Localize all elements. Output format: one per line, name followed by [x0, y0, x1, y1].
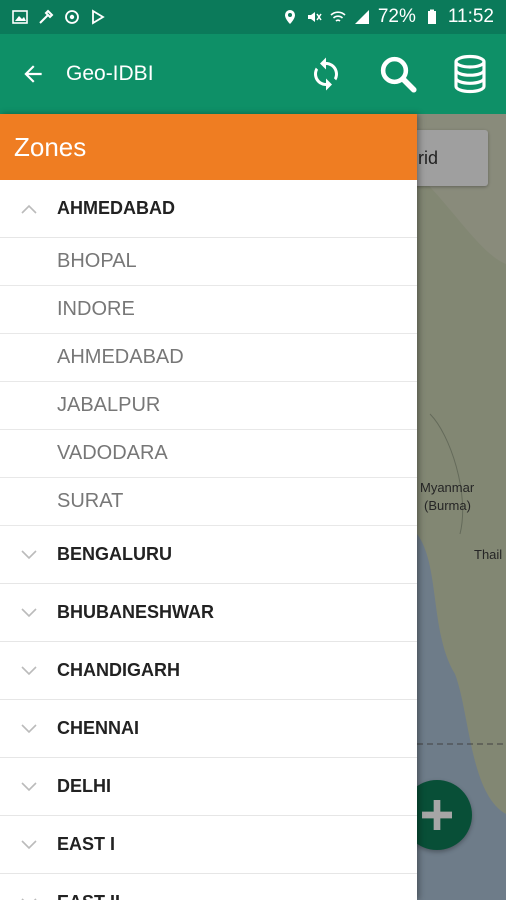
play-notification-icon	[92, 9, 105, 25]
chevron-down-icon	[20, 781, 37, 791]
status-bar: 72% 11:52	[0, 0, 506, 34]
zone-group[interactable]: CHENNAI	[0, 700, 417, 758]
zone-group[interactable]: DELHI	[0, 758, 417, 816]
zone-group-label: CHENNAI	[57, 718, 140, 738]
tools-notification-icon	[39, 9, 54, 24]
search-button[interactable]	[362, 34, 434, 114]
database-icon	[454, 54, 486, 94]
chevron-up-icon	[20, 204, 37, 214]
zone-child-item[interactable]: VADODARA	[0, 430, 417, 478]
zone-child-item[interactable]: JABALPUR	[0, 382, 417, 430]
drawer-title: Zones	[0, 114, 417, 180]
chevron-down-icon	[20, 897, 37, 900]
sync-button[interactable]	[290, 34, 362, 114]
zone-group-label: DELHI	[57, 776, 111, 796]
chevron-down-icon	[20, 723, 37, 733]
chevron-down-icon	[20, 839, 37, 849]
back-arrow-icon	[24, 65, 42, 83]
zone-group[interactable]: BHUBANESHWAR	[0, 584, 417, 642]
signal-icon	[354, 10, 369, 24]
battery-icon	[427, 9, 436, 24]
back-button[interactable]	[0, 34, 66, 114]
wifi-icon	[330, 11, 346, 22]
zone-group-expanded[interactable]: AHMEDABAD	[0, 180, 417, 238]
chevron-down-icon	[20, 549, 37, 559]
zone-group[interactable]: EAST I	[0, 816, 417, 874]
mute-icon	[307, 12, 322, 22]
target-notification-icon	[65, 10, 79, 24]
zone-group[interactable]: CHANDIGARH	[0, 642, 417, 700]
zone-group-label: CHANDIGARH	[57, 660, 180, 680]
chevron-down-icon	[20, 665, 37, 675]
zone-group[interactable]: EAST II	[0, 874, 417, 900]
battery-percent: 72%	[377, 6, 416, 27]
zone-group-label: BENGALURU	[57, 544, 172, 564]
app-title: Geo-IDBI	[66, 62, 154, 85]
location-icon	[284, 10, 295, 24]
clock: 11:52	[447, 6, 494, 27]
zone-child-item[interactable]: AHMEDABAD	[0, 334, 417, 382]
zone-group-label: EAST II	[57, 892, 120, 900]
database-button[interactable]	[434, 34, 506, 114]
chevron-down-icon	[20, 607, 37, 617]
zone-child-item[interactable]: INDORE	[0, 286, 417, 334]
zone-child-item[interactable]: SURAT	[0, 478, 417, 526]
zone-group-label: BHUBANESHWAR	[57, 602, 214, 622]
zone-group-label: AHMEDABAD	[57, 198, 175, 218]
image-notification-icon	[12, 10, 28, 24]
app-bar: Geo-IDBI	[0, 34, 506, 114]
zone-group[interactable]: BENGALURU	[0, 526, 417, 584]
search-icon	[380, 56, 417, 93]
zone-child-item[interactable]: BHOPAL	[0, 238, 417, 286]
zone-group-label: EAST I	[57, 834, 116, 854]
zones-drawer: Zones AHMEDABAD BHOPAL INDORE AHMEDABAD …	[0, 114, 417, 900]
sync-icon	[314, 57, 338, 91]
